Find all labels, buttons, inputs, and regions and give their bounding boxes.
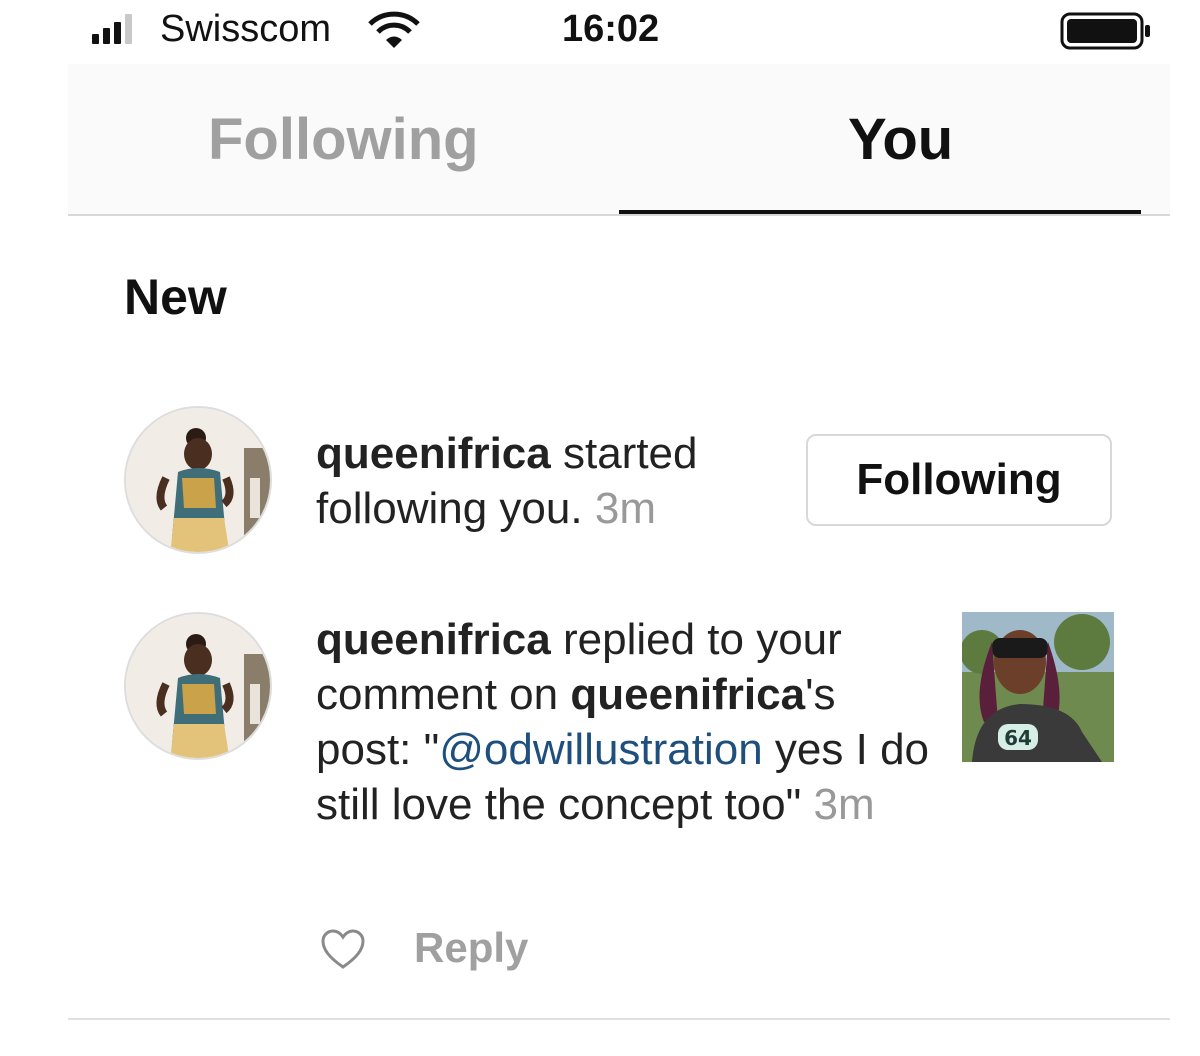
section-title: New xyxy=(124,269,227,325)
wifi-icon xyxy=(368,10,420,55)
tab-you[interactable]: You xyxy=(848,106,953,173)
reply-button[interactable]: Reply xyxy=(414,924,528,972)
avatar[interactable] xyxy=(124,406,272,554)
status-time: 16:02 xyxy=(562,8,660,50)
post-thumb-text: 64 xyxy=(1004,726,1032,750)
battery-icon xyxy=(1060,10,1152,57)
tab-following[interactable]: Following xyxy=(208,106,479,173)
notification-time: 3m xyxy=(594,484,656,533)
post-owner-username[interactable]: queenifrica xyxy=(570,670,805,719)
mention-link[interactable]: @odwillustration xyxy=(439,725,762,774)
heart-icon[interactable] xyxy=(320,928,366,975)
post-thumbnail[interactable]: 64 xyxy=(962,612,1114,762)
avatar[interactable] xyxy=(124,612,272,760)
signal-icon xyxy=(92,14,132,44)
notification-time: 3m xyxy=(813,780,875,829)
carrier-name: Swisscom xyxy=(160,8,332,50)
list-divider xyxy=(68,1018,1170,1020)
tabs-divider xyxy=(68,214,1170,216)
activity-tabs: Following You xyxy=(68,64,1170,214)
notification-username[interactable]: queenifrica xyxy=(316,429,551,478)
status-bar: Swisscom 16:02 xyxy=(68,0,1168,64)
activity-screen: Swisscom 16:02 Following You New queenif… xyxy=(0,0,1200,1056)
following-button[interactable]: Following xyxy=(806,434,1112,526)
notification-text: queenifrica started following you. 3m xyxy=(316,426,786,536)
notification-username[interactable]: queenifrica xyxy=(316,615,551,664)
notification-text: queenifrica replied to your comment on q… xyxy=(316,612,936,832)
